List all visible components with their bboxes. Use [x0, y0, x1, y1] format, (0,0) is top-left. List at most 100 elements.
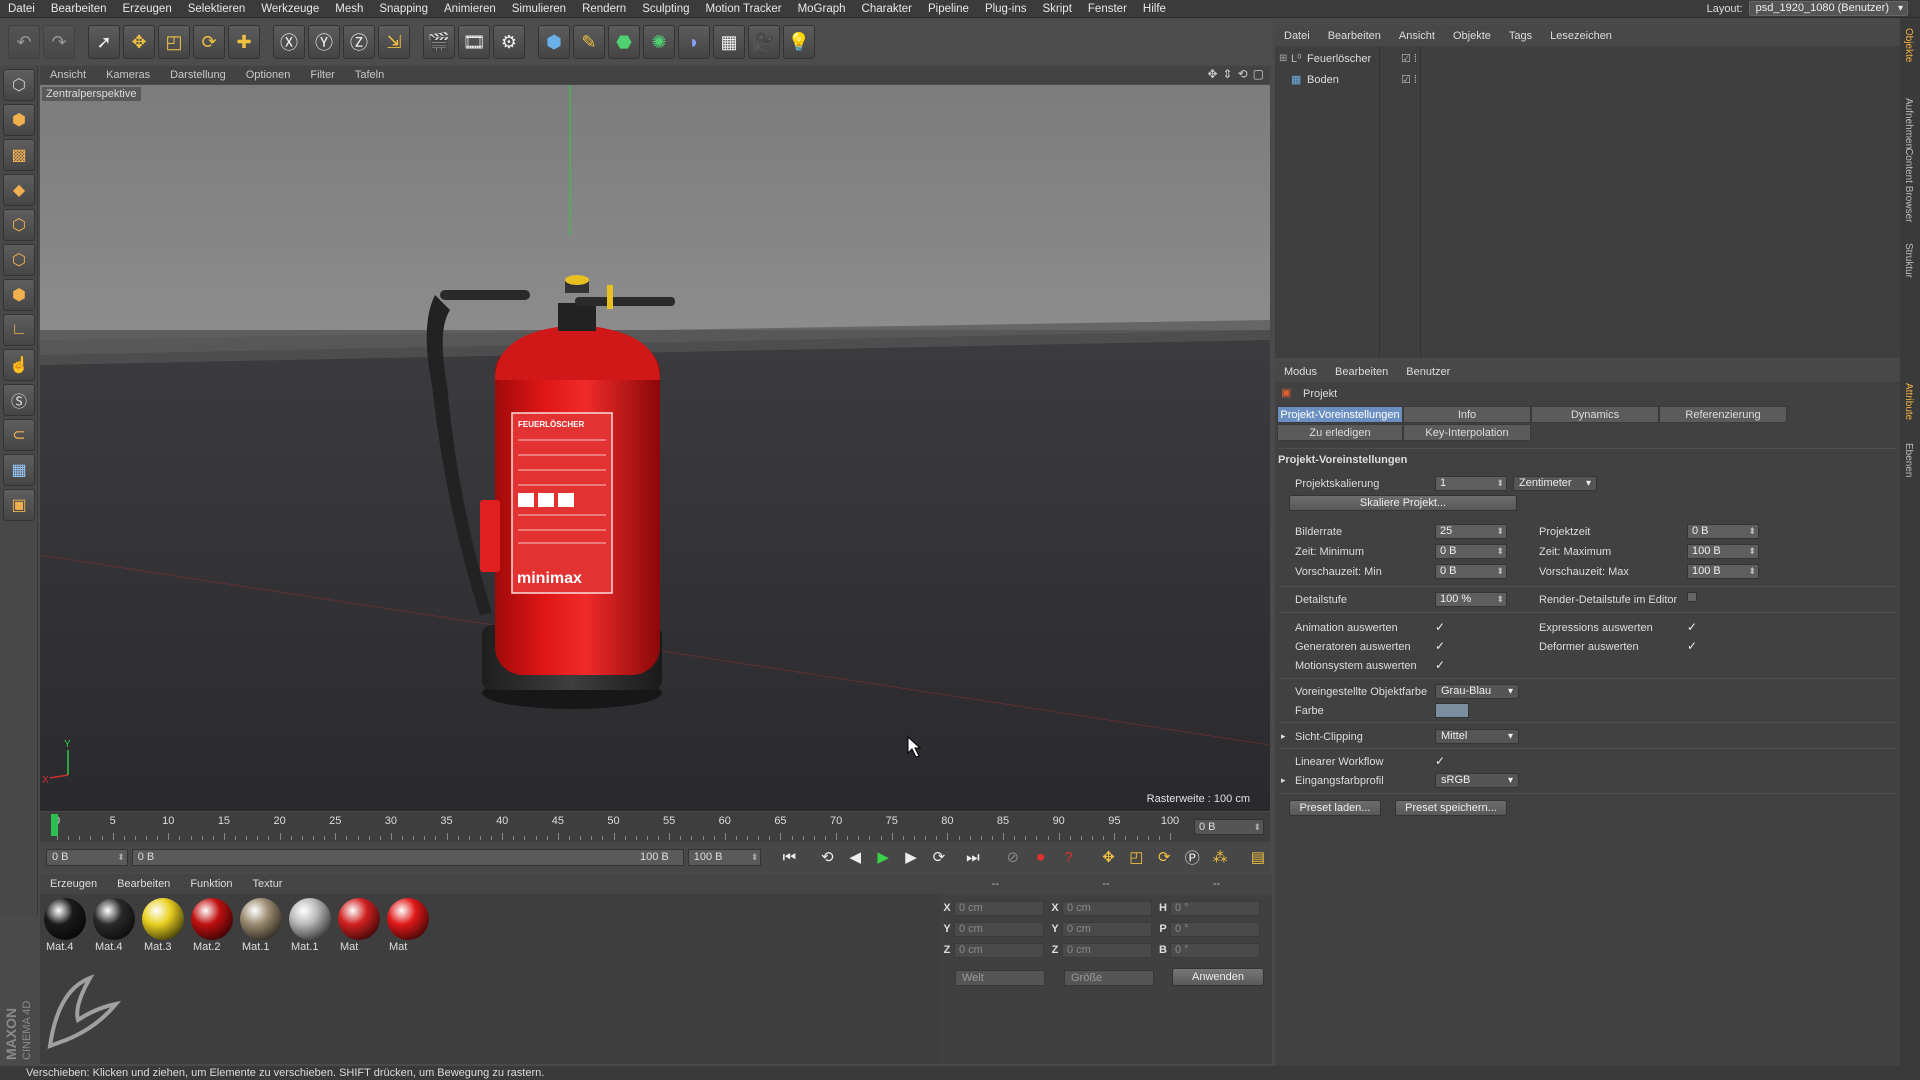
- material-swatch[interactable]: Mat: [336, 898, 382, 953]
- menu-14[interactable]: Pipeline: [920, 3, 977, 15]
- menu-16[interactable]: Skript: [1035, 3, 1080, 15]
- material-swatch[interactable]: Mat.1: [287, 898, 333, 953]
- menu-4[interactable]: Werkzeuge: [253, 3, 327, 15]
- material-swatch[interactable]: Mat.4: [91, 898, 137, 953]
- polygons-mode-icon[interactable]: ⬢: [3, 279, 35, 311]
- side-tab-2[interactable]: Content Browser: [1903, 148, 1914, 222]
- object-menu-1[interactable]: Bearbeiten: [1319, 30, 1390, 42]
- timeline-window-icon[interactable]: ▤: [1246, 845, 1270, 869]
- object-name[interactable]: Boden: [1307, 74, 1383, 86]
- attribute-tab-3[interactable]: Referenzierung: [1659, 406, 1787, 423]
- linear-workflow-checkbox[interactable]: ✓: [1435, 754, 1445, 768]
- timeline-ruler[interactable]: 0510152025303540455055606570758085909510…: [40, 812, 1270, 842]
- attribute-menu-1[interactable]: Bearbeiten: [1326, 366, 1397, 378]
- side-tab-5[interactable]: Ebenen: [1903, 443, 1914, 477]
- lod-field[interactable]: 100 %: [1435, 592, 1507, 607]
- preview-range-slider[interactable]: 0 B 100 B: [131, 848, 684, 866]
- cloner-icon[interactable]: ✺: [643, 25, 675, 59]
- object-menu-2[interactable]: Ansicht: [1390, 30, 1444, 42]
- light-icon[interactable]: 💡: [783, 25, 815, 59]
- animation-checkbox[interactable]: ✓: [1435, 620, 1445, 634]
- material-swatch[interactable]: Mat.3: [140, 898, 186, 953]
- previous-key-icon[interactable]: ⟲: [815, 845, 839, 869]
- clipping-select[interactable]: Mittel: [1435, 729, 1519, 744]
- z-axis-icon[interactable]: Ⓩ: [343, 25, 375, 59]
- coordinate-space-select[interactable]: Welt: [955, 970, 1045, 986]
- coord-value-field[interactable]: 0 cm: [954, 921, 1044, 937]
- dolly-icon[interactable]: ⇕: [1223, 67, 1233, 81]
- object-menu-3[interactable]: Objekte: [1444, 30, 1500, 42]
- camera-icon[interactable]: 🎥: [748, 25, 780, 59]
- visibility-toggle-icon[interactable]: ☑ ⁞: [1401, 73, 1417, 86]
- key-scale-icon[interactable]: ◰: [1124, 845, 1148, 869]
- coord-value-field[interactable]: 0 °: [1170, 942, 1260, 958]
- time-max-field[interactable]: 100 B: [1687, 544, 1759, 559]
- next-key-icon[interactable]: ⟳: [927, 845, 951, 869]
- play-icon[interactable]: ▶: [871, 845, 895, 869]
- menu-10[interactable]: Sculpting: [634, 3, 697, 15]
- side-tab-0[interactable]: Objekte: [1903, 28, 1914, 62]
- y-axis-icon[interactable]: Ⓨ: [308, 25, 340, 59]
- move-tool-icon[interactable]: ✥: [123, 25, 155, 59]
- attribute-tab-2[interactable]: Dynamics: [1531, 406, 1659, 423]
- model-mode-icon[interactable]: ⬢: [3, 104, 35, 136]
- object-menu-4[interactable]: Tags: [1500, 30, 1541, 42]
- menu-12[interactable]: MoGraph: [790, 3, 854, 15]
- scale-project-button[interactable]: Skaliere Projekt...: [1289, 495, 1517, 511]
- attribute-tab-4[interactable]: Zu erledigen: [1277, 424, 1403, 441]
- workplane-icon[interactable]: ◆: [3, 174, 35, 206]
- undo-icon[interactable]: ↶: [8, 25, 40, 59]
- subdivision-icon[interactable]: ⬣: [608, 25, 640, 59]
- previous-frame-icon[interactable]: ◀: [843, 845, 867, 869]
- start-frame-field[interactable]: 0 B: [46, 848, 128, 866]
- live-select-icon[interactable]: ✚: [228, 25, 260, 59]
- attribute-tab-5[interactable]: Key-Interpolation: [1403, 424, 1531, 441]
- next-frame-icon[interactable]: ▶: [899, 845, 923, 869]
- object-menu-5[interactable]: Lesezeichen: [1541, 30, 1621, 42]
- expand-icon[interactable]: ▸: [1281, 731, 1286, 742]
- object-menu-0[interactable]: Datei: [1275, 30, 1319, 42]
- coordinate-size-select[interactable]: Größe: [1064, 970, 1154, 986]
- record-icon[interactable]: ⏺: [1029, 845, 1053, 869]
- attribute-tab-0[interactable]: Projekt-Voreinstellungen: [1277, 406, 1403, 423]
- scale-tool-icon[interactable]: ◰: [158, 25, 190, 59]
- floor-icon[interactable]: ▦: [713, 25, 745, 59]
- viewport-menu-1[interactable]: Kameras: [96, 69, 160, 81]
- attribute-tab-1[interactable]: Info: [1403, 406, 1531, 423]
- material-menu-1[interactable]: Bearbeiten: [107, 878, 180, 890]
- go-to-end-icon[interactable]: ⏭: [961, 845, 985, 869]
- axis-mode-icon[interactable]: ∟: [3, 314, 35, 346]
- end-frame-field[interactable]: 100 B: [687, 848, 762, 866]
- material-swatch[interactable]: Mat.4: [42, 898, 88, 953]
- material-swatch[interactable]: Mat.1: [238, 898, 284, 953]
- coord-value-field[interactable]: 0 cm: [1062, 942, 1152, 958]
- points-mode-icon[interactable]: ⬡: [3, 209, 35, 241]
- current-frame-field[interactable]: 0 B: [1194, 819, 1264, 835]
- menu-17[interactable]: Fenster: [1080, 3, 1135, 15]
- cube-icon[interactable]: ⬢: [538, 25, 570, 59]
- render-view-icon[interactable]: 🎬: [423, 25, 455, 59]
- time-min-field[interactable]: 0 B: [1435, 544, 1507, 559]
- coord-value-field[interactable]: 0 °: [1170, 900, 1260, 916]
- generators-checkbox[interactable]: ✓: [1435, 639, 1445, 653]
- menu-0[interactable]: Datei: [0, 3, 43, 15]
- lock-workplane-icon[interactable]: ▣: [3, 489, 35, 521]
- expand-icon[interactable]: ▸: [1281, 775, 1286, 786]
- go-to-start-icon[interactable]: ⏮: [777, 845, 801, 869]
- coordinate-system-icon[interactable]: ⇲: [378, 25, 410, 59]
- project-time-field[interactable]: 0 B: [1687, 524, 1759, 539]
- material-swatch[interactable]: Mat: [385, 898, 431, 953]
- redo-icon[interactable]: ↷: [43, 25, 75, 59]
- object-color-select[interactable]: Grau-Blau: [1435, 684, 1519, 699]
- playhead[interactable]: [51, 814, 58, 836]
- material-menu-0[interactable]: Erzeugen: [40, 878, 107, 890]
- key-pla-icon[interactable]: ⁂: [1208, 845, 1232, 869]
- viewport-menu-3[interactable]: Optionen: [236, 69, 301, 81]
- snap-icon[interactable]: Ⓢ: [3, 384, 35, 416]
- menu-13[interactable]: Charakter: [854, 3, 921, 15]
- material-menu-2[interactable]: Funktion: [180, 878, 242, 890]
- menu-3[interactable]: Selektieren: [180, 3, 254, 15]
- render-picture-icon[interactable]: 🎞: [458, 25, 490, 59]
- menu-6[interactable]: Snapping: [371, 3, 436, 15]
- key-rotation-icon[interactable]: ⟳: [1152, 845, 1176, 869]
